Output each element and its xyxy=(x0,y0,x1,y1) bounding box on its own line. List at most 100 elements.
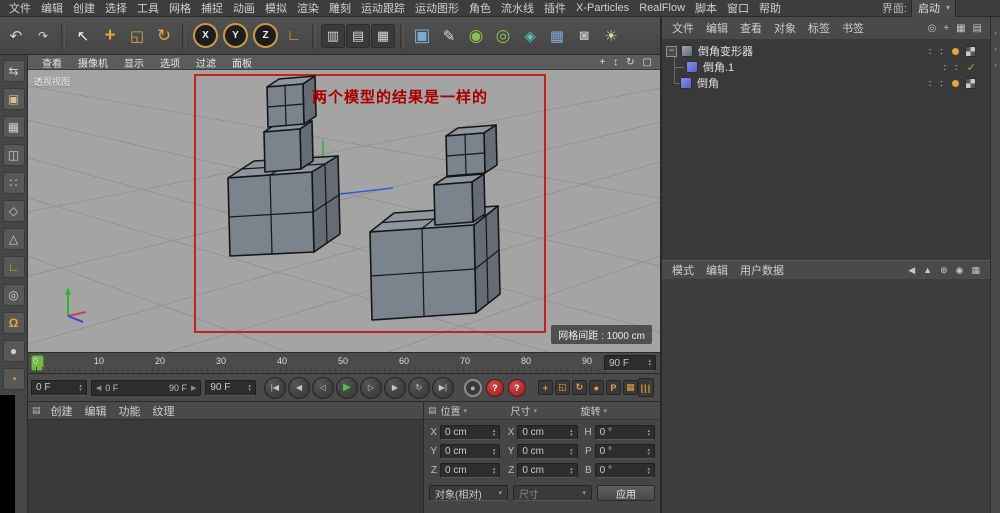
goto-end-button[interactable]: ▶| xyxy=(432,377,454,399)
menu-snap[interactable]: 捕捉 xyxy=(196,0,228,16)
position-z-field[interactable]: 0 cm xyxy=(440,463,500,478)
add-cube-button[interactable]: ▣ xyxy=(409,22,435,50)
move-tool-button[interactable]: + xyxy=(97,22,123,50)
autokeying-button[interactable]: ? xyxy=(486,379,504,397)
stepper-icon[interactable] xyxy=(493,467,496,475)
keyframe-presets-button[interactable]: ▦ xyxy=(623,380,638,395)
x-axis-lock-button[interactable]: X xyxy=(193,23,218,48)
mat-menu-function[interactable]: 功能 xyxy=(113,403,147,419)
stepper-icon[interactable] xyxy=(248,384,251,392)
rotation-b-field[interactable]: 0 ° xyxy=(595,463,655,478)
viewport-solo-icon[interactable]: ◎ xyxy=(3,284,25,306)
live-selection-tool-button[interactable]: ↖ xyxy=(70,22,96,50)
menu-plugins[interactable]: 插件 xyxy=(539,0,571,16)
generator-button[interactable]: ◎ xyxy=(490,22,516,50)
record-parameter-toggle[interactable]: ● xyxy=(589,380,604,395)
stepper-icon[interactable] xyxy=(647,448,650,456)
object-label[interactable]: 倒角变形器 xyxy=(698,43,753,59)
menu-xparticles[interactable]: X-Particles xyxy=(571,2,634,14)
timeline-ruler[interactable]: 0 10 20 30 40 50 60 70 80 90 90 F xyxy=(28,352,660,374)
record-active-objects-button[interactable]: ● xyxy=(464,379,482,397)
apply-button[interactable]: 应用 xyxy=(597,485,655,501)
size-header-dropdown[interactable]: 尺寸 xyxy=(511,403,581,418)
toggle-view-icon[interactable]: ▢ xyxy=(643,57,652,68)
menu-script[interactable]: 脚本 xyxy=(690,0,722,16)
stepper-icon[interactable] xyxy=(79,384,82,392)
stepper-icon[interactable] xyxy=(570,429,573,437)
viewport-menu-panel[interactable]: 面板 xyxy=(224,55,260,70)
record-scale-toggle[interactable]: ◱ xyxy=(555,380,570,395)
mat-menu-create[interactable]: 创建 xyxy=(45,403,79,419)
coordinate-system-button[interactable]: ∟ xyxy=(281,22,307,50)
interface-dropdown[interactable]: 启动 xyxy=(911,0,956,18)
size-mode-dropdown[interactable]: 尺寸 xyxy=(513,485,592,501)
visibility-dots-icon[interactable]: : : xyxy=(943,62,961,72)
grid-icon[interactable]: ▦ xyxy=(971,265,980,276)
model-mode-icon[interactable]: ▣ xyxy=(3,88,25,110)
keyframe-selection-button[interactable]: ? xyxy=(508,379,526,397)
stepper-icon[interactable] xyxy=(647,429,650,437)
menu-create[interactable]: 创建 xyxy=(68,0,100,16)
deformer-button[interactable]: ◈ xyxy=(517,22,543,50)
undo-button[interactable]: ↶ xyxy=(3,22,29,50)
play-button[interactable]: ▶ xyxy=(336,377,358,399)
back-icon[interactable]: ◀ xyxy=(908,265,915,276)
checker-icon[interactable] xyxy=(965,78,976,89)
goto-start-button[interactable]: |◀ xyxy=(264,377,286,399)
texture-mode-icon[interactable]: ▦ xyxy=(3,116,25,138)
collapse-icon[interactable]: − xyxy=(666,46,677,57)
viewport[interactable]: 透视视图 两个模型的结果是一样的 网格间距 : 1000 cm xyxy=(28,70,660,352)
menu-simulate[interactable]: 模拟 xyxy=(260,0,292,16)
rotation-p-field[interactable]: 0 ° xyxy=(595,444,655,459)
menu-tools[interactable]: 工具 xyxy=(132,0,164,16)
attr-menu-user-data[interactable]: 用户数据 xyxy=(734,262,790,278)
make-editable-icon[interactable]: ⇆ xyxy=(3,60,25,82)
stepper-icon[interactable] xyxy=(570,467,573,475)
menu-sculpt[interactable]: 雕刻 xyxy=(324,0,356,16)
timeline-end-field[interactable]: 90 F xyxy=(604,355,656,371)
om-menu-objects[interactable]: 对象 xyxy=(768,20,802,36)
vertical-bars-button[interactable]: ||| xyxy=(638,378,654,397)
lock-icon[interactable]: ● xyxy=(3,340,25,362)
tab-marker-icon[interactable]: ▪ xyxy=(994,63,996,69)
mat-menu-texture[interactable]: 纹理 xyxy=(147,403,181,419)
attr-menu-mode[interactable]: 模式 xyxy=(666,262,700,278)
checker-icon[interactable] xyxy=(965,46,976,57)
tab-marker-icon[interactable]: ▪ xyxy=(994,31,996,37)
enabled-check-icon[interactable]: ✓ xyxy=(967,61,976,74)
stepper-icon[interactable] xyxy=(648,359,651,367)
menu-window[interactable]: 窗口 xyxy=(722,0,754,16)
search-icon[interactable]: ◎ xyxy=(928,23,937,34)
record-pla-toggle[interactable]: P xyxy=(606,380,621,395)
visibility-dots-icon[interactable]: : : xyxy=(929,78,947,88)
om-menu-tags[interactable]: 标签 xyxy=(802,20,836,36)
viewport-menu-display[interactable]: 显示 xyxy=(116,55,152,70)
slider-left-arrow-icon[interactable]: ◀ xyxy=(96,384,101,392)
menu-file[interactable]: 文件 xyxy=(4,0,36,16)
render-settings-button[interactable]: ▦ xyxy=(371,24,395,48)
z-axis-lock-button[interactable]: Z xyxy=(253,23,278,48)
tab-marker-icon[interactable]: ▪ xyxy=(994,47,996,53)
c4d-swirl-icon[interactable]: ◔ xyxy=(3,368,25,390)
position-y-field[interactable]: 0 cm xyxy=(440,444,500,459)
menu-animate[interactable]: 动画 xyxy=(228,0,260,16)
panel-menu-icon[interactable]: ▤ xyxy=(428,405,437,416)
attr-menu-edit[interactable]: 编辑 xyxy=(700,262,734,278)
render-picture-viewer-button[interactable]: ▤ xyxy=(346,24,370,48)
menu-mesh[interactable]: 网格 xyxy=(164,0,196,16)
end-frame-field[interactable]: 90 F xyxy=(205,380,256,396)
goto-next-frame-button[interactable]: ▷ xyxy=(360,377,382,399)
menu-help[interactable]: 帮助 xyxy=(754,0,786,16)
viewport-canvas[interactable] xyxy=(28,70,660,352)
menu-pipeline[interactable]: 流水线 xyxy=(496,0,539,16)
ruler[interactable]: 0 10 20 30 40 50 60 70 80 90 xyxy=(28,353,600,373)
record-dot-icon[interactable]: ◉ xyxy=(956,265,964,276)
edge-mode-icon[interactable]: ◇ xyxy=(3,200,25,222)
slider-right-arrow-icon[interactable]: ▶ xyxy=(191,384,196,392)
record-rotation-toggle[interactable]: ↻ xyxy=(572,380,587,395)
menu-edit[interactable]: 编辑 xyxy=(36,0,68,16)
layer-dot-icon[interactable] xyxy=(952,80,959,87)
rotate-tool-button[interactable]: ↻ xyxy=(151,22,177,50)
viewport-menu-cameras[interactable]: 摄像机 xyxy=(70,55,116,70)
om-menu-bookmarks[interactable]: 书签 xyxy=(836,20,870,36)
